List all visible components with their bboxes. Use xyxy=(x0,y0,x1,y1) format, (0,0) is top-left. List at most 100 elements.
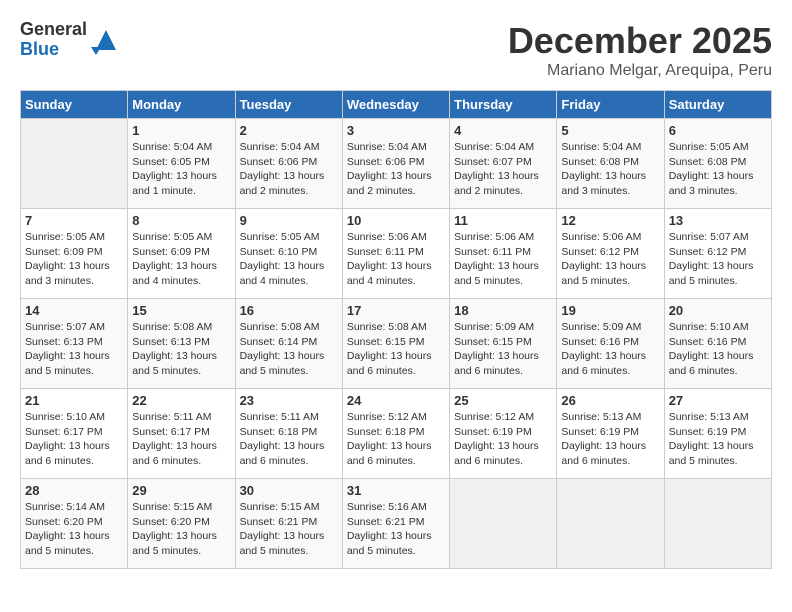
month-title: December 2025 xyxy=(508,20,772,62)
calendar-cell xyxy=(21,119,128,209)
day-info: Sunrise: 5:06 AMSunset: 6:12 PMDaylight:… xyxy=(561,230,659,289)
weekday-header-friday: Friday xyxy=(557,91,664,119)
day-number: 11 xyxy=(454,213,552,228)
day-number: 27 xyxy=(669,393,767,408)
day-number: 18 xyxy=(454,303,552,318)
calendar-cell: 11 Sunrise: 5:06 AMSunset: 6:11 PMDayligh… xyxy=(450,209,557,299)
day-number: 23 xyxy=(240,393,338,408)
day-info: Sunrise: 5:11 AMSunset: 6:17 PMDaylight:… xyxy=(132,410,230,469)
week-row-4: 21 Sunrise: 5:10 AMSunset: 6:17 PMDayligh… xyxy=(21,389,772,479)
calendar-cell: 22 Sunrise: 5:11 AMSunset: 6:17 PMDayligh… xyxy=(128,389,235,479)
weekday-header-monday: Monday xyxy=(128,91,235,119)
calendar-cell: 26 Sunrise: 5:13 AMSunset: 6:19 PMDayligh… xyxy=(557,389,664,479)
calendar-cell: 20 Sunrise: 5:10 AMSunset: 6:16 PMDayligh… xyxy=(664,299,771,389)
day-number: 21 xyxy=(25,393,123,408)
week-row-3: 14 Sunrise: 5:07 AMSunset: 6:13 PMDayligh… xyxy=(21,299,772,389)
day-info: Sunrise: 5:04 AMSunset: 6:06 PMDaylight:… xyxy=(240,140,338,199)
calendar-cell: 15 Sunrise: 5:08 AMSunset: 6:13 PMDayligh… xyxy=(128,299,235,389)
page-header: General Blue December 2025 Mariano Melga… xyxy=(20,20,772,80)
weekday-header-sunday: Sunday xyxy=(21,91,128,119)
logo-general-text: General xyxy=(20,20,87,40)
day-number: 2 xyxy=(240,123,338,138)
calendar-cell: 28Sunrise: 5:14 AMSunset: 6:20 PMDayligh… xyxy=(21,479,128,569)
calendar-cell: 21 Sunrise: 5:10 AMSunset: 6:17 PMDayligh… xyxy=(21,389,128,479)
day-info: Sunrise: 5:07 AMSunset: 6:12 PMDaylight:… xyxy=(669,230,767,289)
day-number: 13 xyxy=(669,213,767,228)
day-info: Sunrise: 5:14 AMSunset: 6:20 PMDaylight:… xyxy=(25,500,123,559)
day-info: Sunrise: 5:10 AMSunset: 6:16 PMDaylight:… xyxy=(669,320,767,379)
calendar-cell: 7Sunrise: 5:05 AMSunset: 6:09 PMDaylight… xyxy=(21,209,128,299)
logo-blue-text: Blue xyxy=(20,40,87,60)
calendar-cell: 6 Sunrise: 5:05 AMSunset: 6:08 PMDaylight… xyxy=(664,119,771,209)
calendar-cell xyxy=(557,479,664,569)
day-number: 15 xyxy=(132,303,230,318)
day-info: Sunrise: 5:08 AMSunset: 6:14 PMDaylight:… xyxy=(240,320,338,379)
calendar-cell: 10 Sunrise: 5:06 AMSunset: 6:11 PMDayligh… xyxy=(342,209,449,299)
weekday-header-saturday: Saturday xyxy=(664,91,771,119)
day-info: Sunrise: 5:06 AMSunset: 6:11 PMDaylight:… xyxy=(454,230,552,289)
day-info: Sunrise: 5:13 AMSunset: 6:19 PMDaylight:… xyxy=(669,410,767,469)
day-number: 1 xyxy=(132,123,230,138)
day-info: Sunrise: 5:04 AMSunset: 6:07 PMDaylight:… xyxy=(454,140,552,199)
day-number: 16 xyxy=(240,303,338,318)
day-number: 3 xyxy=(347,123,445,138)
calendar-cell: 27 Sunrise: 5:13 AMSunset: 6:19 PMDayligh… xyxy=(664,389,771,479)
week-row-2: 7Sunrise: 5:05 AMSunset: 6:09 PMDaylight… xyxy=(21,209,772,299)
day-number: 14 xyxy=(25,303,123,318)
day-info: Sunrise: 5:15 AMSunset: 6:20 PMDaylight:… xyxy=(132,500,230,559)
calendar-cell: 5 Sunrise: 5:04 AMSunset: 6:08 PMDaylight… xyxy=(557,119,664,209)
day-number: 22 xyxy=(132,393,230,408)
day-number: 4 xyxy=(454,123,552,138)
calendar-cell: 12 Sunrise: 5:06 AMSunset: 6:12 PMDayligh… xyxy=(557,209,664,299)
calendar-cell: 24 Sunrise: 5:12 AMSunset: 6:18 PMDayligh… xyxy=(342,389,449,479)
calendar-table: SundayMondayTuesdayWednesdayThursdayFrid… xyxy=(20,90,772,569)
day-number: 19 xyxy=(561,303,659,318)
day-number: 10 xyxy=(347,213,445,228)
day-info: Sunrise: 5:06 AMSunset: 6:11 PMDaylight:… xyxy=(347,230,445,289)
calendar-cell: 16 Sunrise: 5:08 AMSunset: 6:14 PMDayligh… xyxy=(235,299,342,389)
day-number: 29 xyxy=(132,483,230,498)
day-info: Sunrise: 5:04 AMSunset: 6:08 PMDaylight:… xyxy=(561,140,659,199)
calendar-cell: 13 Sunrise: 5:07 AMSunset: 6:12 PMDayligh… xyxy=(664,209,771,299)
weekday-header-tuesday: Tuesday xyxy=(235,91,342,119)
weekday-header-row: SundayMondayTuesdayWednesdayThursdayFrid… xyxy=(21,91,772,119)
calendar-cell: 30Sunrise: 5:15 AMSunset: 6:21 PMDayligh… xyxy=(235,479,342,569)
logo: General Blue xyxy=(20,20,121,60)
day-info: Sunrise: 5:13 AMSunset: 6:19 PMDaylight:… xyxy=(561,410,659,469)
day-info: Sunrise: 5:15 AMSunset: 6:21 PMDaylight:… xyxy=(240,500,338,559)
day-number: 17 xyxy=(347,303,445,318)
day-number: 26 xyxy=(561,393,659,408)
day-number: 24 xyxy=(347,393,445,408)
weekday-header-thursday: Thursday xyxy=(450,91,557,119)
day-info: Sunrise: 5:12 AMSunset: 6:18 PMDaylight:… xyxy=(347,410,445,469)
day-info: Sunrise: 5:05 AMSunset: 6:08 PMDaylight:… xyxy=(669,140,767,199)
day-number: 25 xyxy=(454,393,552,408)
calendar-cell: 18Sunrise: 5:09 AMSunset: 6:15 PMDayligh… xyxy=(450,299,557,389)
day-info: Sunrise: 5:11 AMSunset: 6:18 PMDaylight:… xyxy=(240,410,338,469)
calendar-cell: 29 Sunrise: 5:15 AMSunset: 6:20 PMDayligh… xyxy=(128,479,235,569)
calendar-cell xyxy=(450,479,557,569)
day-info: Sunrise: 5:05 AMSunset: 6:09 PMDaylight:… xyxy=(25,230,123,289)
calendar-cell xyxy=(664,479,771,569)
day-number: 31 xyxy=(347,483,445,498)
day-info: Sunrise: 5:08 AMSunset: 6:13 PMDaylight:… xyxy=(132,320,230,379)
calendar-cell: 19 Sunrise: 5:09 AMSunset: 6:16 PMDayligh… xyxy=(557,299,664,389)
location: Mariano Melgar, Arequipa, Peru xyxy=(508,62,772,80)
day-info: Sunrise: 5:07 AMSunset: 6:13 PMDaylight:… xyxy=(25,320,123,379)
calendar-cell: 25 Sunrise: 5:12 AMSunset: 6:19 PMDayligh… xyxy=(450,389,557,479)
day-info: Sunrise: 5:16 AMSunset: 6:21 PMDaylight:… xyxy=(347,500,445,559)
day-info: Sunrise: 5:08 AMSunset: 6:15 PMDaylight:… xyxy=(347,320,445,379)
calendar-cell: 8Sunrise: 5:05 AMSunset: 6:09 PMDaylight… xyxy=(128,209,235,299)
day-number: 20 xyxy=(669,303,767,318)
day-info: Sunrise: 5:12 AMSunset: 6:19 PMDaylight:… xyxy=(454,410,552,469)
calendar-cell: 9Sunrise: 5:05 AMSunset: 6:10 PMDaylight… xyxy=(235,209,342,299)
day-number: 5 xyxy=(561,123,659,138)
day-info: Sunrise: 5:04 AMSunset: 6:06 PMDaylight:… xyxy=(347,140,445,199)
day-info: Sunrise: 5:10 AMSunset: 6:17 PMDaylight:… xyxy=(25,410,123,469)
week-row-1: 1Sunrise: 5:04 AMSunset: 6:05 PMDaylight… xyxy=(21,119,772,209)
calendar-cell: 17 Sunrise: 5:08 AMSunset: 6:15 PMDayligh… xyxy=(342,299,449,389)
day-number: 12 xyxy=(561,213,659,228)
day-number: 6 xyxy=(669,123,767,138)
logo-icon xyxy=(91,25,121,55)
day-info: Sunrise: 5:09 AMSunset: 6:16 PMDaylight:… xyxy=(561,320,659,379)
